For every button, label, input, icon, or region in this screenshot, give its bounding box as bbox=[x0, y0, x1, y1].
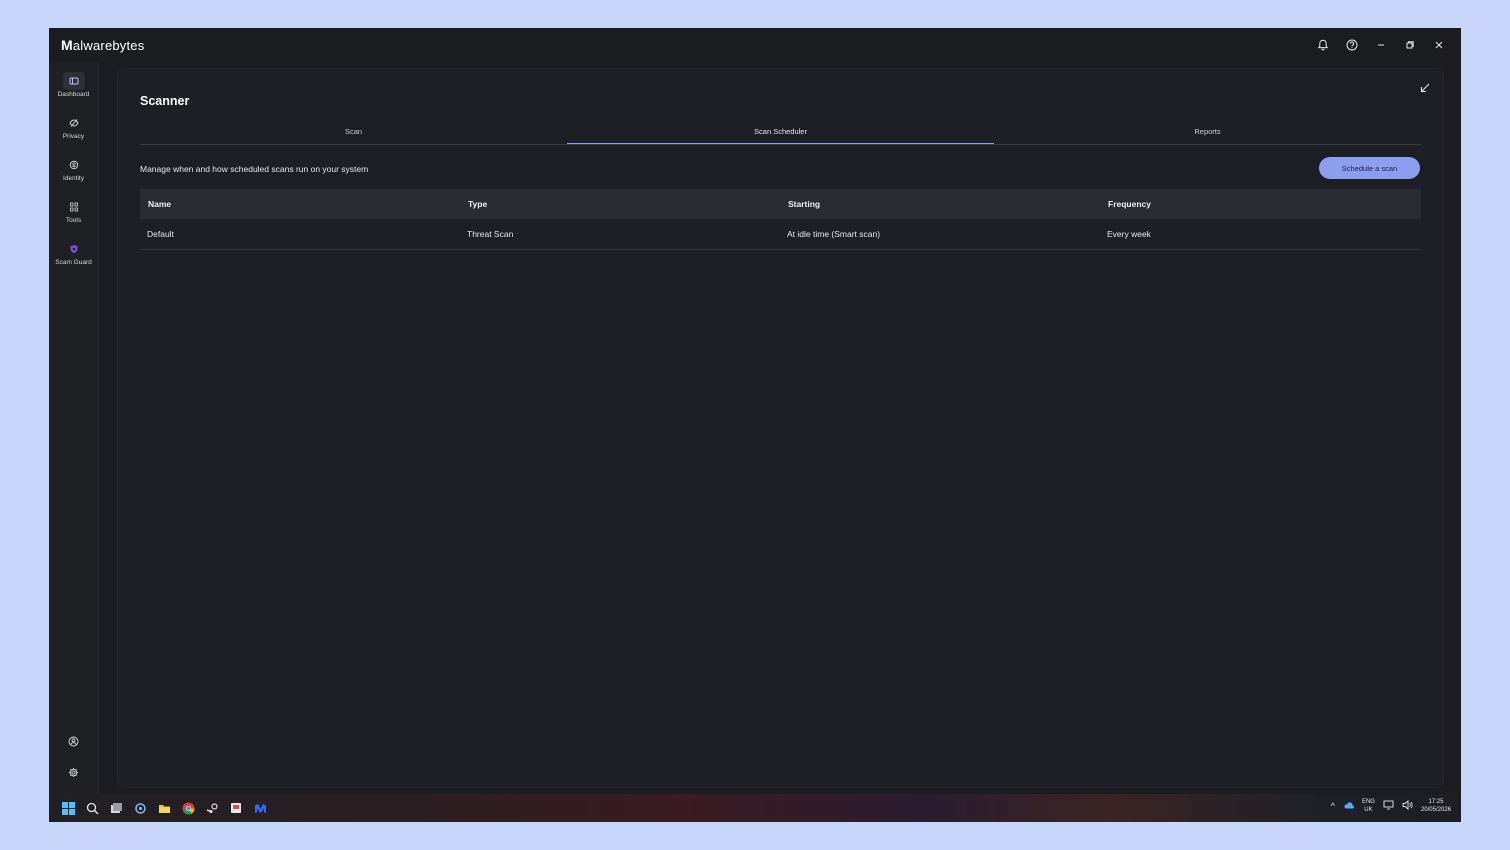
windows-start-icon[interactable] bbox=[59, 799, 77, 817]
schedule-table: Name Type Starting Frequency Default Thr… bbox=[140, 189, 1421, 250]
cell-frequency: Every week bbox=[1107, 229, 1151, 239]
cell-name: Default bbox=[147, 229, 174, 239]
sidebar-item-tools[interactable]: Tools bbox=[49, 194, 98, 234]
page-description: Manage when and how scheduled scans run … bbox=[140, 164, 369, 174]
malwarebytes-taskbar-icon[interactable] bbox=[251, 799, 269, 817]
sidebar-item-label: Privacy bbox=[62, 133, 85, 140]
sidebar-item-label: Identity bbox=[63, 175, 84, 182]
sidebar-item-label: Tools bbox=[65, 217, 82, 224]
cell-type: Threat Scan bbox=[467, 229, 514, 239]
tab-scan-scheduler[interactable]: Scan Scheduler bbox=[567, 125, 994, 144]
account-icon[interactable] bbox=[49, 736, 98, 747]
app-logo: Malwarebytes bbox=[61, 37, 144, 53]
windows-taskbar: ^ ENG UK 17:25 20/05/2026 bbox=[49, 794, 1461, 822]
column-header-frequency: Frequency bbox=[1108, 199, 1151, 209]
column-header-name: Name bbox=[148, 199, 172, 209]
tab-bar: Scan Scan Scheduler Reports bbox=[140, 125, 1421, 145]
identity-icon bbox=[63, 156, 85, 174]
table-row[interactable]: Default Threat Scan At idle time (Smart … bbox=[140, 219, 1421, 250]
page-title: Scanner bbox=[140, 94, 190, 108]
sidebar-item-label: Scam Guard bbox=[55, 259, 92, 266]
clock[interactable]: 17:25 20/05/2026 bbox=[1421, 798, 1451, 814]
column-header-type: Type bbox=[468, 199, 488, 209]
volume-icon[interactable] bbox=[1402, 800, 1413, 812]
sidebar-item-scam-guard[interactable]: Scam Guard bbox=[49, 236, 98, 276]
tools-icon bbox=[63, 198, 85, 216]
sidebar-item-dashboard[interactable]: Dashboard bbox=[49, 68, 98, 108]
sidebar-item-privacy[interactable]: Privacy bbox=[49, 110, 98, 150]
logo-text: alwarebytes bbox=[72, 38, 145, 53]
app-window: Malwarebytes Dashboard Privacy Identity … bbox=[49, 28, 1461, 822]
language-indicator[interactable]: ENG UK bbox=[1362, 798, 1375, 814]
privacy-eye-icon bbox=[63, 114, 85, 132]
chrome-icon[interactable] bbox=[179, 799, 197, 817]
cell-starting: At idle time (Smart scan) bbox=[787, 229, 881, 239]
help-icon[interactable] bbox=[1337, 36, 1366, 54]
tab-scan[interactable]: Scan bbox=[140, 125, 567, 144]
scam-guard-icon bbox=[63, 240, 85, 258]
sidebar: Dashboard Privacy Identity Tools Scam Gu… bbox=[49, 62, 99, 794]
logo-mark: M bbox=[61, 37, 73, 53]
snipping-tool-icon[interactable] bbox=[227, 799, 245, 817]
clock-time: 17:25 bbox=[1428, 799, 1444, 805]
sidebar-item-identity[interactable]: Identity bbox=[49, 152, 98, 192]
chevron-up-icon[interactable]: ^ bbox=[1331, 801, 1335, 811]
clock-date: 20/05/2026 bbox=[1420, 807, 1451, 813]
table-header: Name Type Starting Frequency bbox=[140, 189, 1421, 219]
search-icon[interactable] bbox=[83, 799, 101, 817]
dashboard-icon bbox=[62, 72, 85, 90]
restore-icon[interactable] bbox=[1395, 36, 1424, 54]
onedrive-icon[interactable] bbox=[1343, 801, 1354, 811]
tab-reports[interactable]: Reports bbox=[994, 125, 1421, 144]
steam-icon[interactable] bbox=[203, 799, 221, 817]
language-region: UK bbox=[1364, 807, 1373, 813]
bell-icon[interactable] bbox=[1308, 36, 1337, 54]
settings-gear-icon[interactable] bbox=[49, 767, 98, 778]
close-icon[interactable] bbox=[1424, 36, 1453, 54]
language-code: ENG bbox=[1361, 799, 1375, 805]
collapse-arrow-icon[interactable] bbox=[1419, 81, 1431, 99]
schedule-scan-button[interactable]: Schedule a scan bbox=[1319, 157, 1420, 179]
settings-app-icon[interactable] bbox=[131, 799, 149, 817]
file-explorer-icon[interactable] bbox=[155, 799, 173, 817]
minimize-icon[interactable] bbox=[1366, 36, 1395, 54]
network-icon[interactable] bbox=[1383, 800, 1394, 812]
sidebar-item-label: Dashboard bbox=[57, 91, 90, 98]
title-bar: Malwarebytes bbox=[49, 28, 1461, 62]
scanner-panel: Scanner Scan Scan Scheduler Reports Mana… bbox=[117, 68, 1444, 788]
task-view-icon[interactable] bbox=[107, 799, 125, 817]
column-header-starting: Starting bbox=[788, 199, 821, 209]
